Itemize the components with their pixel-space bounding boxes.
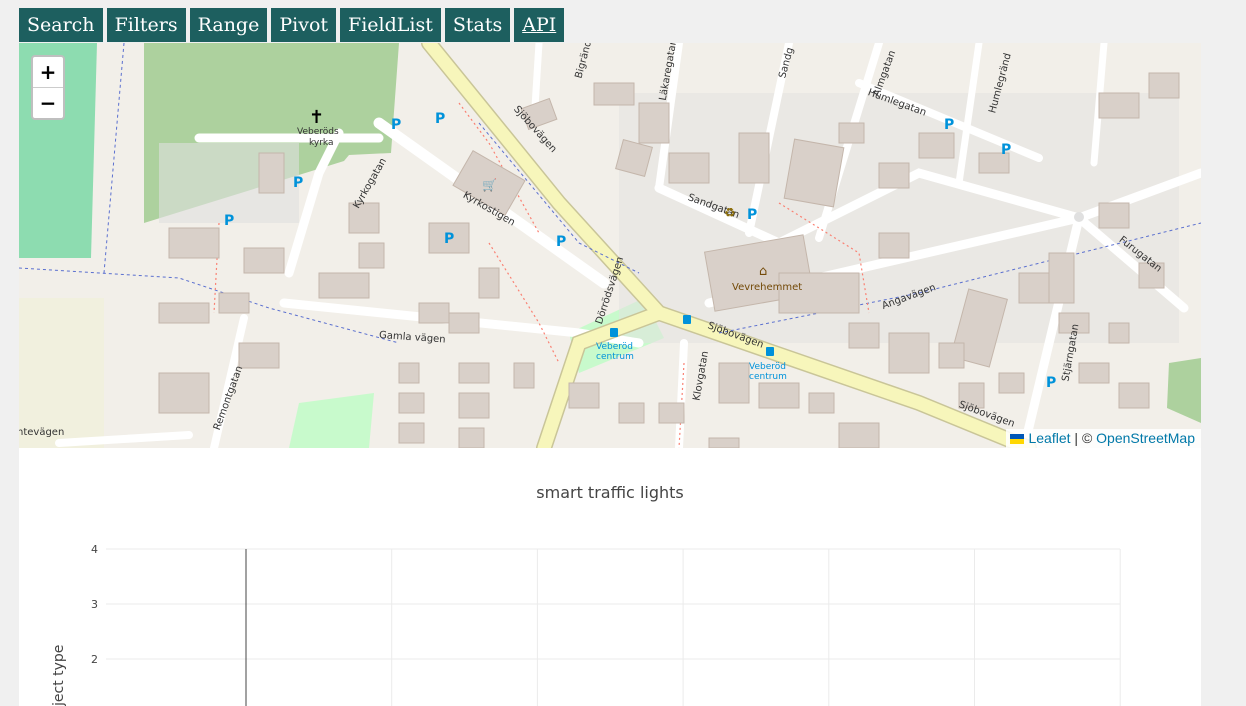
tab-filters[interactable]: Filters [106, 8, 186, 42]
parking-icon: P [1001, 142, 1011, 158]
tab-fieldlist[interactable]: FieldList [340, 8, 441, 42]
chart-y-tick-label: 2 [91, 653, 98, 666]
map-label-bus-stop-2: Veberöd centrum [749, 362, 787, 382]
map-attribution: Leaflet | © OpenStreetMap [1006, 429, 1201, 448]
map-label-vevrehemmet: Vevrehemmet [732, 282, 802, 293]
parking-icon: P [444, 231, 454, 247]
parking-icon: P [747, 207, 757, 223]
scatter-chart[interactable]: smart traffic lights 4 3 2 ject type [19, 448, 1201, 706]
leaflet-link[interactable]: Leaflet [1028, 430, 1070, 446]
zoom-control: + − [31, 55, 65, 120]
chart-title: smart traffic lights [536, 483, 683, 502]
openstreetmap-link[interactable]: OpenStreetMap [1096, 430, 1195, 446]
tab-api[interactable]: API [514, 8, 565, 42]
map-label-bus-stop-1: Veberöd centrum [596, 342, 634, 362]
recycling-icon: ♻ [724, 206, 736, 221]
chart-y-axis-label: ject type [51, 645, 67, 706]
bus-stop-icon [610, 328, 618, 337]
tab-pivot[interactable]: Pivot [271, 8, 337, 42]
bus-stop-icon [683, 315, 691, 324]
parking-icon: P [944, 117, 954, 133]
parking-icon: P [1046, 375, 1056, 391]
nav-tabs: Search Filters Range Pivot FieldList Sta… [19, 8, 565, 42]
ukraine-flag-icon [1010, 434, 1025, 444]
chart-gridlines [106, 548, 1121, 706]
chart-y-ticks: 4 3 2 [91, 543, 98, 666]
parking-icon: P [293, 175, 303, 191]
parking-icon: P [435, 111, 445, 127]
chart-y-tick-label: 4 [91, 543, 98, 556]
care-home-icon: ⌂ [759, 264, 767, 279]
tab-range[interactable]: Range [189, 8, 268, 42]
parking-icon: P [391, 117, 401, 133]
parking-icon: P [224, 213, 234, 229]
roundabout [1074, 212, 1084, 222]
bus-stop-icon [766, 347, 774, 356]
parking-icon: P [556, 234, 566, 250]
map-label-tevagen: ntevägen [19, 427, 64, 438]
church-icon: ✝ [309, 107, 324, 128]
map-view[interactable]: Veberöds kyrka Kyrkogatan Kyrkostigen Sjö… [19, 43, 1201, 448]
map-tiles[interactable]: Veberöds kyrka Kyrkogatan Kyrkostigen Sjö… [19, 43, 1201, 448]
chart-y-tick-label: 3 [91, 598, 98, 611]
shop-icon: 🛒 [482, 178, 497, 192]
attribution-separator: | © [1070, 430, 1097, 446]
zoom-out-button[interactable]: − [33, 87, 63, 118]
tab-stats[interactable]: Stats [444, 8, 511, 42]
chart-panel: smart traffic lights 4 3 2 ject type [19, 448, 1201, 706]
tab-search[interactable]: Search [19, 8, 103, 42]
zoom-in-button[interactable]: + [33, 57, 63, 87]
